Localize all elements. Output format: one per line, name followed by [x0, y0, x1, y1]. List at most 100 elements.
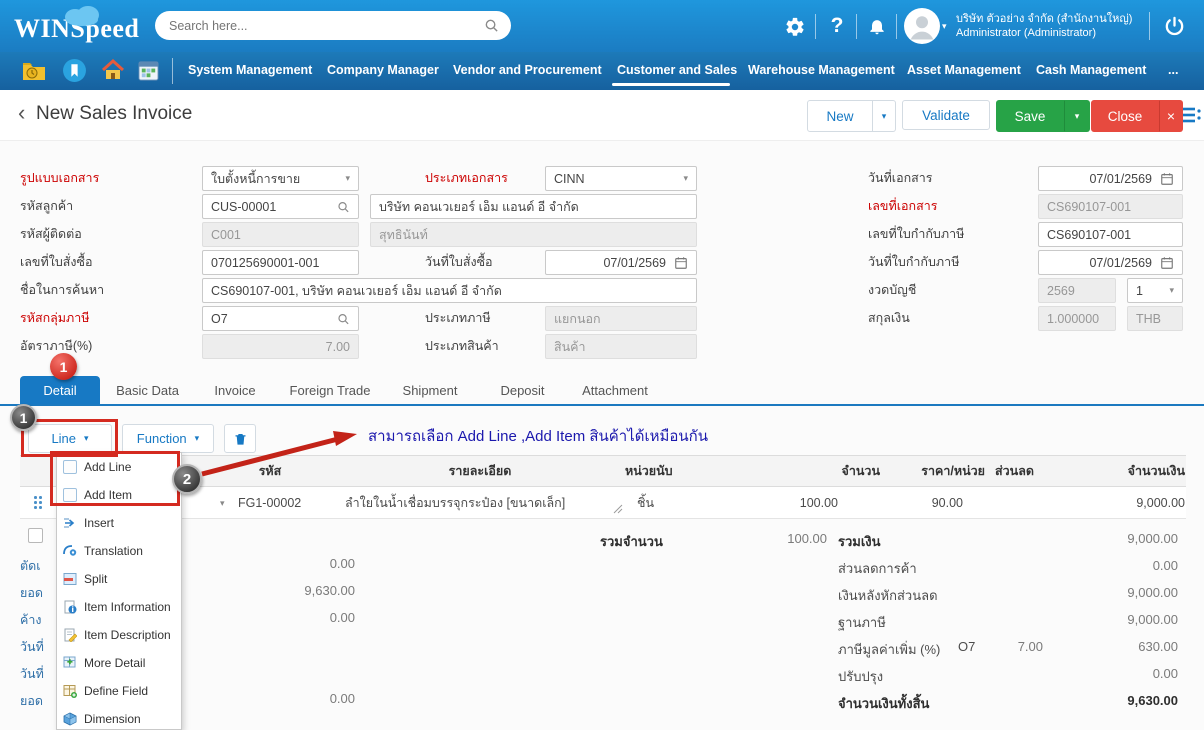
notifications-button[interactable]: [864, 13, 890, 39]
annotation-arrow: [180, 422, 380, 492]
tax-invoice-no-field[interactable]: [1038, 222, 1183, 247]
search-icon[interactable]: [337, 200, 350, 214]
save-dropdown-button[interactable]: ▾: [1064, 100, 1090, 132]
insert-icon: [63, 516, 77, 530]
tab-basic-data[interactable]: Basic Data: [100, 376, 195, 404]
cell-price[interactable]: 90.00: [860, 487, 963, 519]
save-button[interactable]: Save: [996, 100, 1064, 132]
nav-divider: [172, 58, 173, 84]
menu-item-define-field[interactable]: Define Field: [57, 677, 181, 705]
layout-menu-button[interactable]: [1182, 104, 1202, 126]
select-all-checkbox[interactable]: [28, 528, 43, 543]
left-summary-label[interactable]: ยอด: [20, 691, 43, 711]
field-label-contact-code: รหัสผู้ติดต่อ: [20, 226, 82, 243]
tab-invoice[interactable]: Invoice: [195, 376, 275, 404]
cell-description[interactable]: ลำใยในน้ำเชื่อมบรรจุกระป๋อง [ขนาดเล็ก]: [345, 487, 610, 519]
doc-type-select[interactable]: CINN▾: [545, 166, 697, 191]
tab-deposit[interactable]: Deposit: [480, 376, 565, 404]
define-field-icon: [63, 684, 77, 698]
tab-detail[interactable]: Detail: [20, 376, 100, 404]
doc-date-field[interactable]: 07/01/2569: [1038, 166, 1183, 191]
tab-shipment[interactable]: Shipment: [385, 376, 475, 404]
header-divider: [896, 14, 897, 39]
search-icon[interactable]: [484, 18, 499, 33]
menu-item-item-description[interactable]: Item Description: [57, 621, 181, 649]
col-header-description[interactable]: รายละเอียด: [340, 455, 620, 487]
tax-invoice-date-field[interactable]: 07/01/2569: [1038, 250, 1183, 275]
col-header-qty[interactable]: จำนวน: [760, 455, 880, 487]
menu-item-more-detail[interactable]: More Detail: [57, 649, 181, 677]
menu-item-translation[interactable]: Translation: [57, 537, 181, 565]
period-no-select[interactable]: 1▾: [1127, 278, 1183, 303]
nav-item-cash-management[interactable]: Cash Management: [1036, 63, 1146, 77]
doc-format-select[interactable]: ใบตั้งหนี้การขาย▾: [202, 166, 359, 191]
close-x-button[interactable]: ×: [1159, 100, 1183, 132]
dimension-cube-icon: [63, 712, 77, 726]
calendar-icon[interactable]: [1160, 256, 1174, 270]
left-summary-label[interactable]: ตัดเ: [20, 556, 41, 576]
summary-label-after-discount: เงินหลังหักส่วนลด: [838, 585, 938, 606]
bell-icon: [867, 16, 887, 36]
header-divider: [1149, 12, 1150, 40]
settings-button[interactable]: [782, 14, 808, 40]
cell-qty[interactable]: 100.00: [700, 487, 838, 519]
menu-item-dimension[interactable]: Dimension: [57, 705, 181, 730]
user-role: Administrator (Administrator): [956, 26, 1146, 40]
header-divider: [815, 14, 816, 39]
tab-foreign-trade[interactable]: Foreign Trade: [275, 376, 385, 404]
drag-handle-icon[interactable]: [34, 496, 42, 509]
nav-item-warehouse-management[interactable]: Warehouse Management: [748, 63, 895, 77]
menu-item-split[interactable]: Split: [57, 565, 181, 593]
nav-item-company-manager[interactable]: Company Manager: [327, 63, 439, 77]
left-summary-label[interactable]: ยอด: [20, 583, 43, 603]
field-label-doc-date: วันที่เอกสาร: [868, 170, 933, 187]
row-expand-icon[interactable]: ▾: [220, 498, 225, 509]
bookmark-button[interactable]: [62, 58, 87, 83]
left-summary-label[interactable]: วันที่: [20, 637, 44, 657]
close-button[interactable]: Close: [1091, 100, 1159, 132]
calendar-icon[interactable]: [674, 256, 688, 270]
search-icon[interactable]: [337, 312, 350, 326]
calendar-button[interactable]: [136, 59, 160, 82]
new-button[interactable]: New: [807, 100, 873, 132]
history-button[interactable]: [22, 60, 46, 82]
user-avatar[interactable]: [904, 8, 940, 44]
global-search[interactable]: [155, 11, 511, 40]
logout-button[interactable]: [1160, 12, 1188, 40]
summary-label-trade-discount: ส่วนลดการค้า: [838, 558, 917, 579]
col-header-price[interactable]: ราคา/หน่วย: [890, 455, 985, 487]
hamburger-icon: [1182, 106, 1202, 124]
cell-amount[interactable]: 9,000.00: [1030, 487, 1185, 519]
left-summary-label[interactable]: ค้าง: [20, 610, 41, 630]
help-button[interactable]: ?: [826, 12, 848, 40]
calendar-icon[interactable]: [1160, 172, 1174, 186]
nav-item-vendor-procurement[interactable]: Vendor and Procurement: [453, 63, 602, 77]
new-dropdown-button[interactable]: ▾: [873, 100, 896, 132]
back-icon[interactable]: ‹: [18, 100, 25, 126]
col-header-discount[interactable]: ส่วนลด: [995, 455, 1055, 487]
customer-name-field[interactable]: [370, 194, 697, 219]
customer-code-field[interactable]: [202, 194, 359, 219]
col-header-unit[interactable]: หน่วยนับ: [625, 455, 745, 487]
user-info[interactable]: บริษัท ตัวอย่าง จำกัด (สำนักงานใหญ่) Adm…: [956, 12, 1146, 40]
cell-unit[interactable]: ชิ้น: [637, 487, 654, 519]
summary-vat-code: O7: [958, 639, 975, 654]
col-header-amount[interactable]: จำนวนเงิน: [1050, 455, 1185, 487]
search-name-field[interactable]: [202, 278, 697, 303]
nav-item-asset-management[interactable]: Asset Management: [907, 63, 1021, 77]
search-input[interactable]: [167, 18, 484, 34]
nav-item-customer-sales[interactable]: Customer and Sales: [617, 63, 737, 77]
po-date-field[interactable]: 07/01/2569: [545, 250, 697, 275]
left-summary-label[interactable]: วันที่: [20, 664, 44, 684]
tax-group-field[interactable]: [202, 306, 359, 331]
menu-item-item-information[interactable]: Item Information: [57, 593, 181, 621]
po-no-field[interactable]: [202, 250, 359, 275]
tab-attachment[interactable]: Attachment: [565, 376, 665, 404]
resize-handle-icon[interactable]: [612, 503, 623, 514]
chevron-down-icon[interactable]: ▾: [942, 21, 947, 32]
menu-item-insert[interactable]: Insert: [57, 509, 181, 537]
nav-item-more[interactable]: ...: [1168, 63, 1178, 77]
validate-button[interactable]: Validate: [902, 100, 990, 130]
nav-item-system-management[interactable]: System Management: [188, 63, 312, 77]
home-button[interactable]: [100, 58, 126, 82]
